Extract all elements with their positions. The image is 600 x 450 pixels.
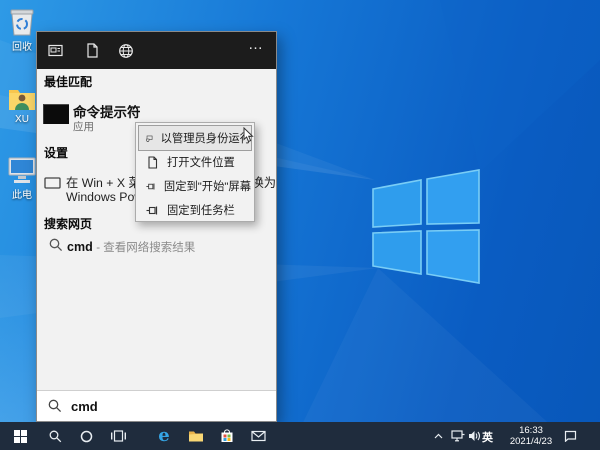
- action-center-button[interactable]: [560, 422, 580, 450]
- action-center-icon: [564, 430, 577, 442]
- context-menu: 以管理员身份运行 打开文件位置 固定到"开始"屏幕 固定到任务栏: [135, 122, 255, 222]
- run-as-admin-icon: [146, 132, 153, 145]
- tray-volume-button[interactable]: [466, 422, 482, 450]
- more-filters-button[interactable]: …: [248, 36, 264, 53]
- web-search-query: cmd: [67, 240, 93, 254]
- search-filter-bar: …: [37, 32, 276, 69]
- pin-icon: [146, 180, 156, 193]
- network-ethernet-icon: [451, 430, 465, 442]
- cortana-icon: [80, 430, 93, 443]
- windows-desktop: 回收 XU 此电 …: [0, 0, 600, 450]
- taskbar: e: [0, 422, 600, 450]
- this-pc-icon: [7, 156, 37, 184]
- cortana-button[interactable]: [75, 422, 97, 450]
- windows-logo-wallpaper: [373, 170, 479, 283]
- mail-button[interactable]: [247, 422, 269, 450]
- file-explorer-icon: [188, 430, 204, 443]
- display-icon: [44, 177, 61, 189]
- edge-button[interactable]: e: [153, 422, 175, 450]
- result-subtitle: 应用: [73, 119, 94, 134]
- recycle-bin-icon: [9, 8, 35, 36]
- mouse-cursor: [243, 127, 255, 143]
- open-file-location-icon: [146, 156, 159, 169]
- web-search-suffix: - 查看网络搜索结果: [96, 242, 195, 254]
- user-folder-icon: [8, 86, 36, 112]
- taskbar-clock[interactable]: 16:33 2021/4/23: [503, 425, 559, 447]
- section-title-best-match: 最佳匹配: [44, 73, 92, 90]
- clock-date: 2021/4/23: [503, 436, 559, 447]
- task-view-button[interactable]: [107, 422, 129, 450]
- start-button[interactable]: [9, 422, 31, 450]
- menu-item-label: 固定到"开始"屏幕: [164, 178, 251, 194]
- search-flyout: … 最佳匹配 命令提示符 应用 设置 在 Win + X 菜单中将命令提示符替换…: [36, 31, 277, 422]
- edge-icon: e: [158, 427, 169, 445]
- command-prompt-icon: [43, 104, 69, 124]
- chevron-up-icon: [434, 433, 443, 439]
- taskbar-search-button[interactable]: [44, 422, 66, 450]
- menu-item-label: 打开文件位置: [167, 154, 235, 170]
- search-input[interactable]: cmd: [37, 390, 276, 421]
- menu-item-pin-to-taskbar[interactable]: 固定到任务栏: [139, 198, 251, 222]
- section-title-search-web: 搜索网页: [44, 215, 92, 232]
- clock-time: 16:33: [503, 425, 559, 436]
- menu-item-run-as-administrator[interactable]: 以管理员身份运行: [139, 126, 251, 150]
- menu-item-open-file-location[interactable]: 打开文件位置: [139, 150, 251, 174]
- task-view-icon: [111, 430, 126, 442]
- store-button[interactable]: [216, 422, 238, 450]
- search-icon: [48, 399, 62, 413]
- windows-logo-icon: [14, 430, 27, 443]
- menu-item-pin-to-start[interactable]: 固定到"开始"屏幕: [139, 174, 251, 198]
- pin-icon: [146, 204, 159, 217]
- ime-language-indicator[interactable]: 英: [482, 429, 493, 445]
- file-explorer-button[interactable]: [185, 422, 207, 450]
- search-icon: [49, 238, 63, 252]
- mail-icon: [251, 430, 266, 442]
- search-input-value: cmd: [71, 399, 98, 414]
- menu-item-label: 以管理员身份运行: [161, 130, 251, 146]
- tray-network-button[interactable]: [449, 422, 467, 450]
- result-title: 命令提示符: [73, 101, 141, 121]
- tray-show-hidden-icons-button[interactable]: [430, 422, 446, 450]
- menu-item-label: 固定到任务栏: [167, 202, 235, 218]
- search-icon: [49, 430, 62, 443]
- web-filter-icon[interactable]: [118, 43, 133, 58]
- store-icon: [220, 429, 234, 443]
- documents-filter-icon[interactable]: [85, 43, 100, 58]
- apps-filter-icon[interactable]: [48, 43, 63, 58]
- speaker-icon: [468, 430, 481, 442]
- section-title-settings: 设置: [44, 144, 68, 161]
